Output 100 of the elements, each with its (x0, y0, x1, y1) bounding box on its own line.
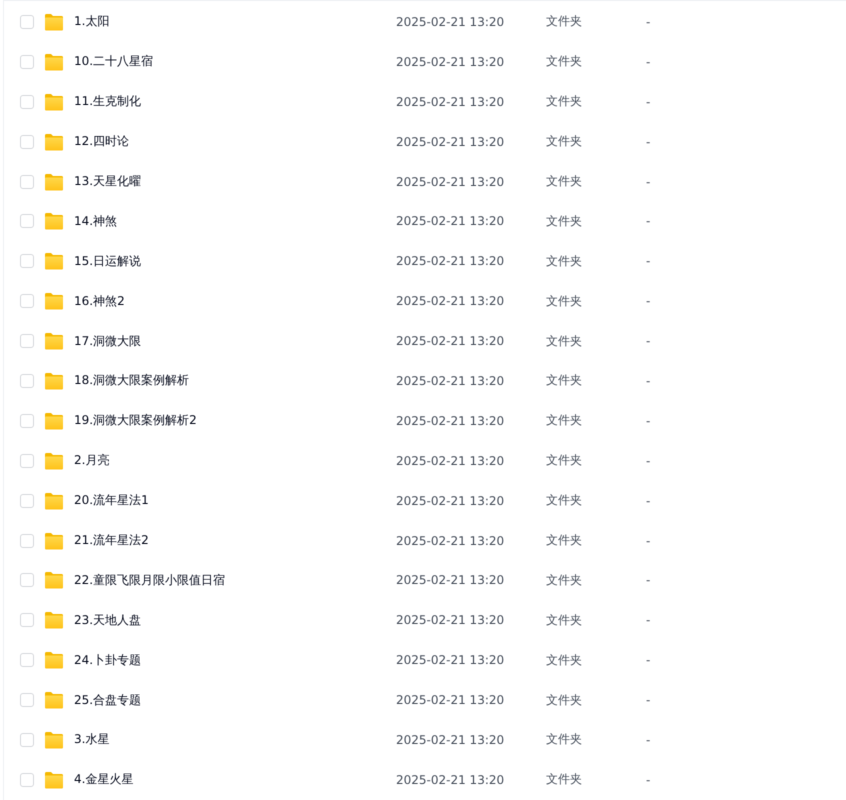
file-type: 文件夹 (546, 692, 583, 709)
file-size: - (646, 254, 650, 268)
folder-icon (44, 12, 64, 31)
modified-date: 2025-02-21 13:20 (396, 573, 506, 588)
file-name[interactable]: 10.二十八星宿 (74, 53, 396, 70)
file-name[interactable]: 15.日运解说 (74, 252, 396, 270)
file-size: - (646, 374, 650, 388)
folder-icon (44, 212, 64, 230)
checkbox[interactable] (20, 374, 34, 388)
file-type: 文件夹 (546, 53, 583, 70)
file-type: 文件夹 (546, 133, 583, 150)
file-name[interactable]: 20.流年星法1 (74, 492, 396, 510)
file-name[interactable]: 11.生克制化 (74, 93, 396, 110)
file-type: 文件夹 (546, 412, 583, 430)
file-name[interactable]: 19.洞微大限案例解析2 (74, 412, 396, 430)
modified-date: 2025-02-21 13:20 (396, 334, 506, 348)
checkbox[interactable] (20, 14, 34, 29)
file-name[interactable]: 23.天地人盘 (74, 612, 396, 629)
folder-icon (44, 132, 64, 151)
folder-icon (44, 292, 64, 310)
file-type: 文件夹 (546, 173, 583, 190)
file-size: - (646, 573, 650, 588)
file-name[interactable]: 1.太阳 (74, 13, 396, 30)
file-name[interactable]: 16.神煞2 (74, 292, 396, 310)
file-type: 文件夹 (546, 212, 583, 230)
modified-date: 2025-02-21 13:20 (396, 174, 506, 188)
file-type: 文件夹 (546, 292, 583, 310)
file-name[interactable]: 17.洞微大限 (74, 332, 396, 350)
file-size: - (646, 14, 650, 29)
file-size: - (646, 334, 650, 348)
file-size: - (646, 653, 650, 668)
modified-date: 2025-02-21 13:20 (396, 613, 506, 628)
file-type: 文件夹 (546, 452, 583, 470)
file-name[interactable]: 24.卜卦专题 (74, 652, 396, 669)
checkbox[interactable] (20, 334, 34, 348)
file-name[interactable]: 3.水星 (74, 731, 396, 748)
file-type: 文件夹 (546, 372, 583, 390)
file-size: - (646, 94, 650, 109)
checkbox[interactable] (20, 414, 34, 428)
checkbox[interactable] (20, 573, 34, 588)
folder-icon (44, 252, 64, 270)
modified-date: 2025-02-21 13:20 (396, 134, 506, 149)
checkbox[interactable] (20, 494, 34, 508)
checkbox[interactable] (20, 134, 34, 149)
folder-icon (44, 492, 64, 510)
checkbox[interactable] (20, 294, 34, 308)
checkbox[interactable] (20, 613, 34, 628)
folder-icon (44, 172, 64, 190)
modified-date: 2025-02-21 13:20 (396, 294, 506, 308)
checkbox[interactable] (20, 94, 34, 109)
file-name[interactable]: 14.神煞 (74, 212, 396, 230)
folder-icon (44, 332, 64, 350)
folder-icon (44, 611, 64, 630)
file-size: - (646, 772, 650, 787)
modified-date: 2025-02-21 13:20 (396, 374, 506, 388)
modified-date: 2025-02-21 13:20 (396, 534, 506, 548)
folder-icon (44, 372, 64, 390)
modified-date: 2025-02-21 13:20 (396, 732, 506, 747)
modified-date: 2025-02-21 13:20 (396, 54, 506, 69)
folder-icon (44, 571, 64, 590)
folder-icon (44, 651, 64, 670)
folder-icon (44, 532, 64, 550)
checkbox[interactable] (20, 174, 34, 188)
file-size: - (646, 534, 650, 548)
modified-date: 2025-02-21 13:20 (396, 494, 506, 508)
file-type: 文件夹 (546, 252, 583, 270)
checkbox[interactable] (20, 534, 34, 548)
checkbox[interactable] (20, 214, 34, 228)
file-name[interactable]: 13.天星化曜 (74, 173, 396, 190)
file-type: 文件夹 (546, 572, 583, 589)
file-type: 文件夹 (546, 332, 583, 350)
file-size: - (646, 732, 650, 747)
checkbox[interactable] (20, 454, 34, 468)
file-size: - (646, 174, 650, 188)
checkbox[interactable] (20, 693, 34, 708)
file-type: 文件夹 (546, 93, 583, 110)
modified-date: 2025-02-21 13:20 (396, 94, 506, 109)
file-size: - (646, 693, 650, 708)
file-type: 文件夹 (546, 492, 583, 510)
file-name[interactable]: 2.月亮 (74, 452, 396, 470)
checkbox[interactable] (20, 54, 34, 69)
file-name[interactable]: 25.合盘专题 (74, 692, 396, 709)
file-name[interactable]: 4.金星火星 (74, 771, 396, 788)
checkbox[interactable] (20, 732, 34, 747)
folder-icon (44, 412, 64, 430)
file-size: - (646, 294, 650, 308)
file-type: 文件夹 (546, 652, 583, 669)
file-type: 文件夹 (546, 532, 583, 550)
file-name[interactable]: 22.童限飞限月限小限值日宿 (74, 572, 396, 589)
file-name[interactable]: 12.四时论 (74, 133, 396, 150)
checkbox[interactable] (20, 254, 34, 268)
checkbox[interactable] (20, 772, 34, 787)
modified-date: 2025-02-21 13:20 (396, 693, 506, 708)
file-name[interactable]: 18.洞微大限案例解析 (74, 372, 396, 390)
checkbox[interactable] (20, 653, 34, 668)
file-size: - (646, 494, 650, 508)
file-name[interactable]: 21.流年星法2 (74, 532, 396, 550)
modified-date: 2025-02-21 13:20 (396, 214, 506, 228)
modified-date: 2025-02-21 13:20 (396, 772, 506, 787)
modified-date: 2025-02-21 13:20 (396, 653, 506, 668)
